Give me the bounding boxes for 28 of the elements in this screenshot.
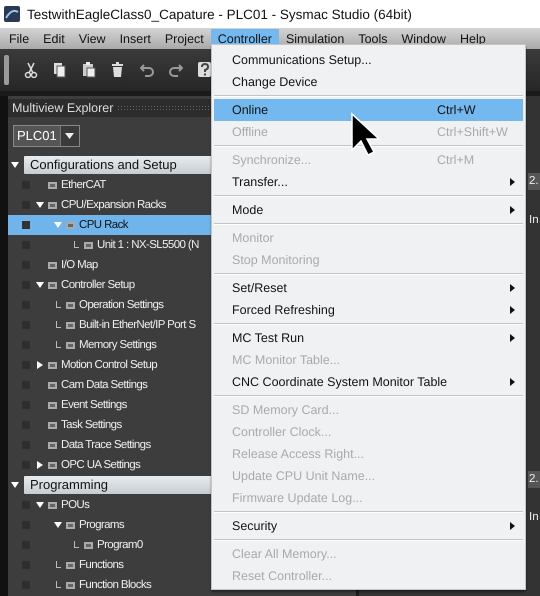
partial-text: In [529, 214, 539, 226]
menu-item[interactable]: Tools [351, 29, 394, 48]
menu-item[interactable]: MC Test Run [214, 327, 523, 349]
menu-item[interactable]: Communications Setup... [214, 49, 523, 71]
partial-text: 2. [528, 471, 540, 488]
shortcut-text: Ctrl+M [437, 153, 476, 167]
menu-item[interactable]: Security [214, 515, 523, 537]
menu-item[interactable]: Window [394, 29, 453, 48]
menu-item[interactable]: Edit [36, 29, 72, 48]
menu-item[interactable]: Project [158, 29, 211, 48]
partial-text: In [529, 511, 539, 523]
window-title: TestwithEagleClass0_Capature - PLC01 - Sysmac Studio (64bit) [27, 6, 412, 22]
menu-item[interactable]: CNC Coordinate System Monitor Table [214, 371, 523, 393]
device-dropdown[interactable]: PLC01 [13, 125, 80, 147]
menu-item[interactable]: View [72, 29, 113, 48]
menu-item[interactable]: Set/Reset [214, 277, 523, 299]
menu-item[interactable]: Help [452, 29, 493, 48]
menu-item[interactable]: Simulation [278, 29, 352, 48]
partial-text: 2. [528, 173, 540, 190]
panel-title: Multiview Explorer [12, 101, 114, 115]
shortcut-text: Ctrl+W [437, 103, 477, 117]
menu-item[interactable]: Change Device [214, 71, 523, 93]
menu-item[interactable]: Transfer... [214, 171, 523, 193]
menu-item[interactable]: File [2, 29, 36, 48]
menu-item[interactable]: Insert [112, 29, 158, 48]
menu-item[interactable]: Forced Refreshing [214, 299, 523, 321]
shortcut-text: Ctrl+Shift+W [437, 125, 509, 139]
menu-item[interactable]: Online Ctrl+W [214, 99, 523, 121]
